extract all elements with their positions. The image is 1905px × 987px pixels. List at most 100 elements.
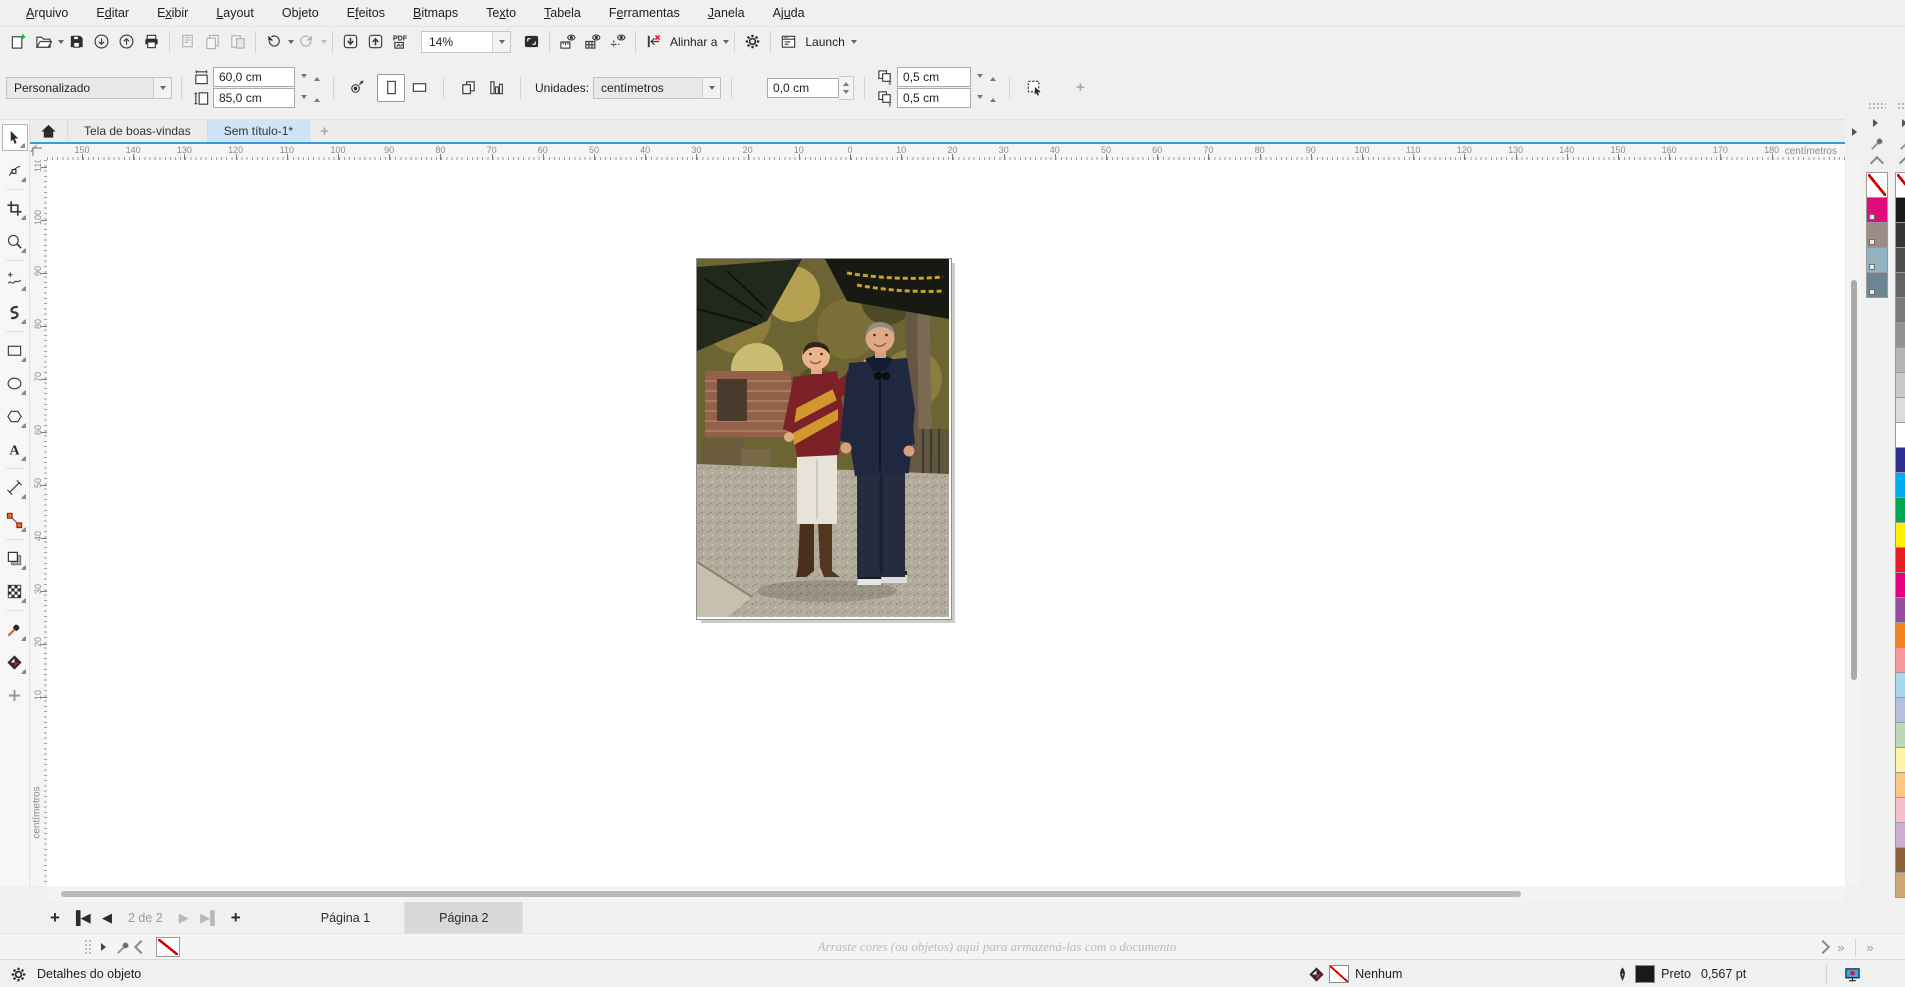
document-palette-flyout-button[interactable]	[1868, 113, 1886, 133]
units-caret[interactable]	[702, 78, 720, 98]
launch-icon[interactable]	[776, 29, 801, 54]
freehand-tool[interactable]	[2, 266, 28, 293]
transparency-tool[interactable]	[2, 578, 28, 605]
options-gear-button[interactable]	[740, 29, 765, 54]
show-guidelines-toggle[interactable]	[605, 29, 630, 54]
color-proof-monitor-icon[interactable]	[1840, 962, 1865, 987]
strip-no-color-swatch[interactable]	[156, 937, 180, 957]
save-to-cloud-button[interactable]	[114, 29, 139, 54]
default-palette-swatch-rosa[interactable]	[1895, 647, 1905, 673]
first-page-button[interactable]: ▐◀	[70, 907, 92, 929]
document-palette-swatch-sem-cor[interactable]	[1866, 172, 1888, 198]
default-palette-scroll-up-button[interactable]	[1897, 153, 1905, 173]
document-palette-swatch-cinza-quente[interactable]	[1866, 222, 1888, 248]
new-document-tab-button[interactable]: +	[310, 120, 339, 142]
page-height-spinner[interactable]	[297, 88, 323, 108]
default-palette-swatch-branco[interactable]	[1895, 422, 1905, 448]
default-palette-swatch-rosa-claro[interactable]	[1895, 797, 1905, 823]
artistic-media-tool[interactable]	[2, 299, 28, 326]
horizontal-ruler[interactable]: centímetros 1501401301201101009080706050…	[47, 142, 1845, 160]
palette-strip-overflow[interactable]: »	[1861, 937, 1879, 957]
default-palette-grip[interactable]	[1897, 102, 1905, 110]
default-palette-swatch-10-preto[interactable]	[1895, 397, 1905, 423]
all-pages-button[interactable]	[454, 74, 482, 102]
ruler-origin-corner[interactable]	[30, 142, 47, 162]
treat-as-filled-button[interactable]	[1020, 74, 1048, 102]
horizontal-scrollbar-thumb[interactable]	[61, 891, 1521, 897]
menu-item-texto[interactable]: Texto	[472, 0, 530, 26]
vertical-scrollbar-thumb[interactable]	[1851, 280, 1857, 680]
default-palette-swatch-preto[interactable]	[1895, 197, 1905, 223]
import-button[interactable]	[338, 29, 363, 54]
default-palette-swatch-azul-bebe[interactable]	[1895, 672, 1905, 698]
default-palette-swatch-verde-pastel[interactable]	[1895, 722, 1905, 748]
color-eyedropper-tool[interactable]	[2, 616, 28, 643]
default-palette-swatch-ciano[interactable]	[1895, 472, 1905, 498]
default-palette-swatch-20-preto[interactable]	[1895, 372, 1905, 398]
dimension-tool[interactable]	[2, 474, 28, 501]
default-palette-swatch-60-preto[interactable]	[1895, 297, 1905, 323]
page-preset-combo[interactable]: Personalizado	[6, 77, 172, 99]
document-palette-swatch-rosa-pink[interactable]	[1866, 197, 1888, 223]
launch-caret[interactable]	[851, 40, 857, 47]
default-palette-swatch-70-preto[interactable]	[1895, 272, 1905, 298]
add-page-before-button[interactable]: +	[44, 907, 66, 929]
drawing-canvas[interactable]	[47, 160, 1845, 886]
default-palette-swatch-50-preto[interactable]	[1895, 322, 1905, 348]
vertical-scrollbar[interactable]	[1847, 160, 1861, 886]
print-button[interactable]	[139, 29, 164, 54]
nudge-distance-field[interactable]: 0,0 cm	[767, 78, 839, 98]
default-palette-swatch-azul[interactable]	[1895, 447, 1905, 473]
document-palette-scroll-up-button[interactable]	[1868, 153, 1886, 173]
rectangle-tool[interactable]	[2, 337, 28, 364]
tab-welcome-screen[interactable]: Tela de boas-vindas	[68, 120, 208, 142]
page-preset-caret[interactable]	[153, 78, 171, 98]
duplicate-y-field[interactable]: 0,5 cm	[897, 88, 971, 108]
photo-object[interactable]	[696, 258, 952, 620]
duplicate-y-spinner[interactable]	[973, 88, 999, 108]
menu-item-editar[interactable]: Editar	[82, 0, 143, 26]
polygon-tool[interactable]	[2, 403, 28, 430]
menu-item-efeitos[interactable]: Efeitos	[333, 0, 399, 26]
default-palette-swatch-pessego[interactable]	[1895, 772, 1905, 798]
ellipse-tool[interactable]	[2, 370, 28, 397]
previous-page-button[interactable]: ◀	[96, 907, 118, 929]
palette-strip-grip[interactable]	[84, 939, 92, 955]
page-height-field[interactable]: 85,0 cm	[213, 88, 295, 108]
default-palette-eyedropper-button[interactable]	[1897, 133, 1905, 153]
menu-item-arquivo[interactable]: Arquivo	[12, 0, 82, 26]
page-width-field[interactable]: 60,0 cm	[213, 67, 295, 87]
page-tab-1[interactable]: Página 1	[287, 902, 405, 933]
add-page-after-button[interactable]: +	[225, 907, 247, 929]
save-button[interactable]	[64, 29, 89, 54]
launch-label[interactable]: Launch	[805, 35, 844, 49]
drop-shadow-tool[interactable]	[2, 545, 28, 572]
outline-color-swatch[interactable]	[1635, 965, 1655, 983]
default-palette-swatch-vermelho[interactable]	[1895, 547, 1905, 573]
menu-item-tabela[interactable]: Tabela	[530, 0, 595, 26]
crop-tool[interactable]	[2, 195, 28, 222]
shape-tool[interactable]	[2, 157, 28, 184]
new-document-button[interactable]	[6, 29, 31, 54]
vertical-ruler[interactable]: centímetros 110100908070605040302010	[30, 160, 47, 886]
document-palette-grip[interactable]	[1868, 102, 1886, 110]
default-palette-swatch-areia[interactable]	[1895, 872, 1905, 898]
default-palette-swatch-marrom[interactable]	[1895, 847, 1905, 873]
default-palette-swatch-roxo[interactable]	[1895, 597, 1905, 623]
default-palette-flyout-button[interactable]	[1897, 113, 1905, 133]
default-palette-swatch-laranja[interactable]	[1895, 622, 1905, 648]
default-palette-swatch-amarelo[interactable]	[1895, 522, 1905, 548]
open-dropdown-caret[interactable]	[58, 40, 64, 47]
horizontal-scrollbar[interactable]	[47, 886, 1845, 902]
default-palette-swatch-verde[interactable]	[1895, 497, 1905, 523]
portrait-button[interactable]	[377, 74, 405, 102]
tab-active-document[interactable]: Sem título-1*	[208, 120, 310, 142]
outline-status-icon[interactable]	[1610, 962, 1635, 987]
default-palette-swatch-azul-po[interactable]	[1895, 697, 1905, 723]
add-tool-button[interactable]	[2, 682, 28, 709]
show-grid-toggle[interactable]	[580, 29, 605, 54]
fill-status-icon[interactable]	[1304, 962, 1329, 987]
page-tab-2[interactable]: Página 2	[405, 902, 523, 933]
connector-tool[interactable]	[2, 507, 28, 534]
palette-strip-eyedropper-button[interactable]	[114, 937, 132, 957]
